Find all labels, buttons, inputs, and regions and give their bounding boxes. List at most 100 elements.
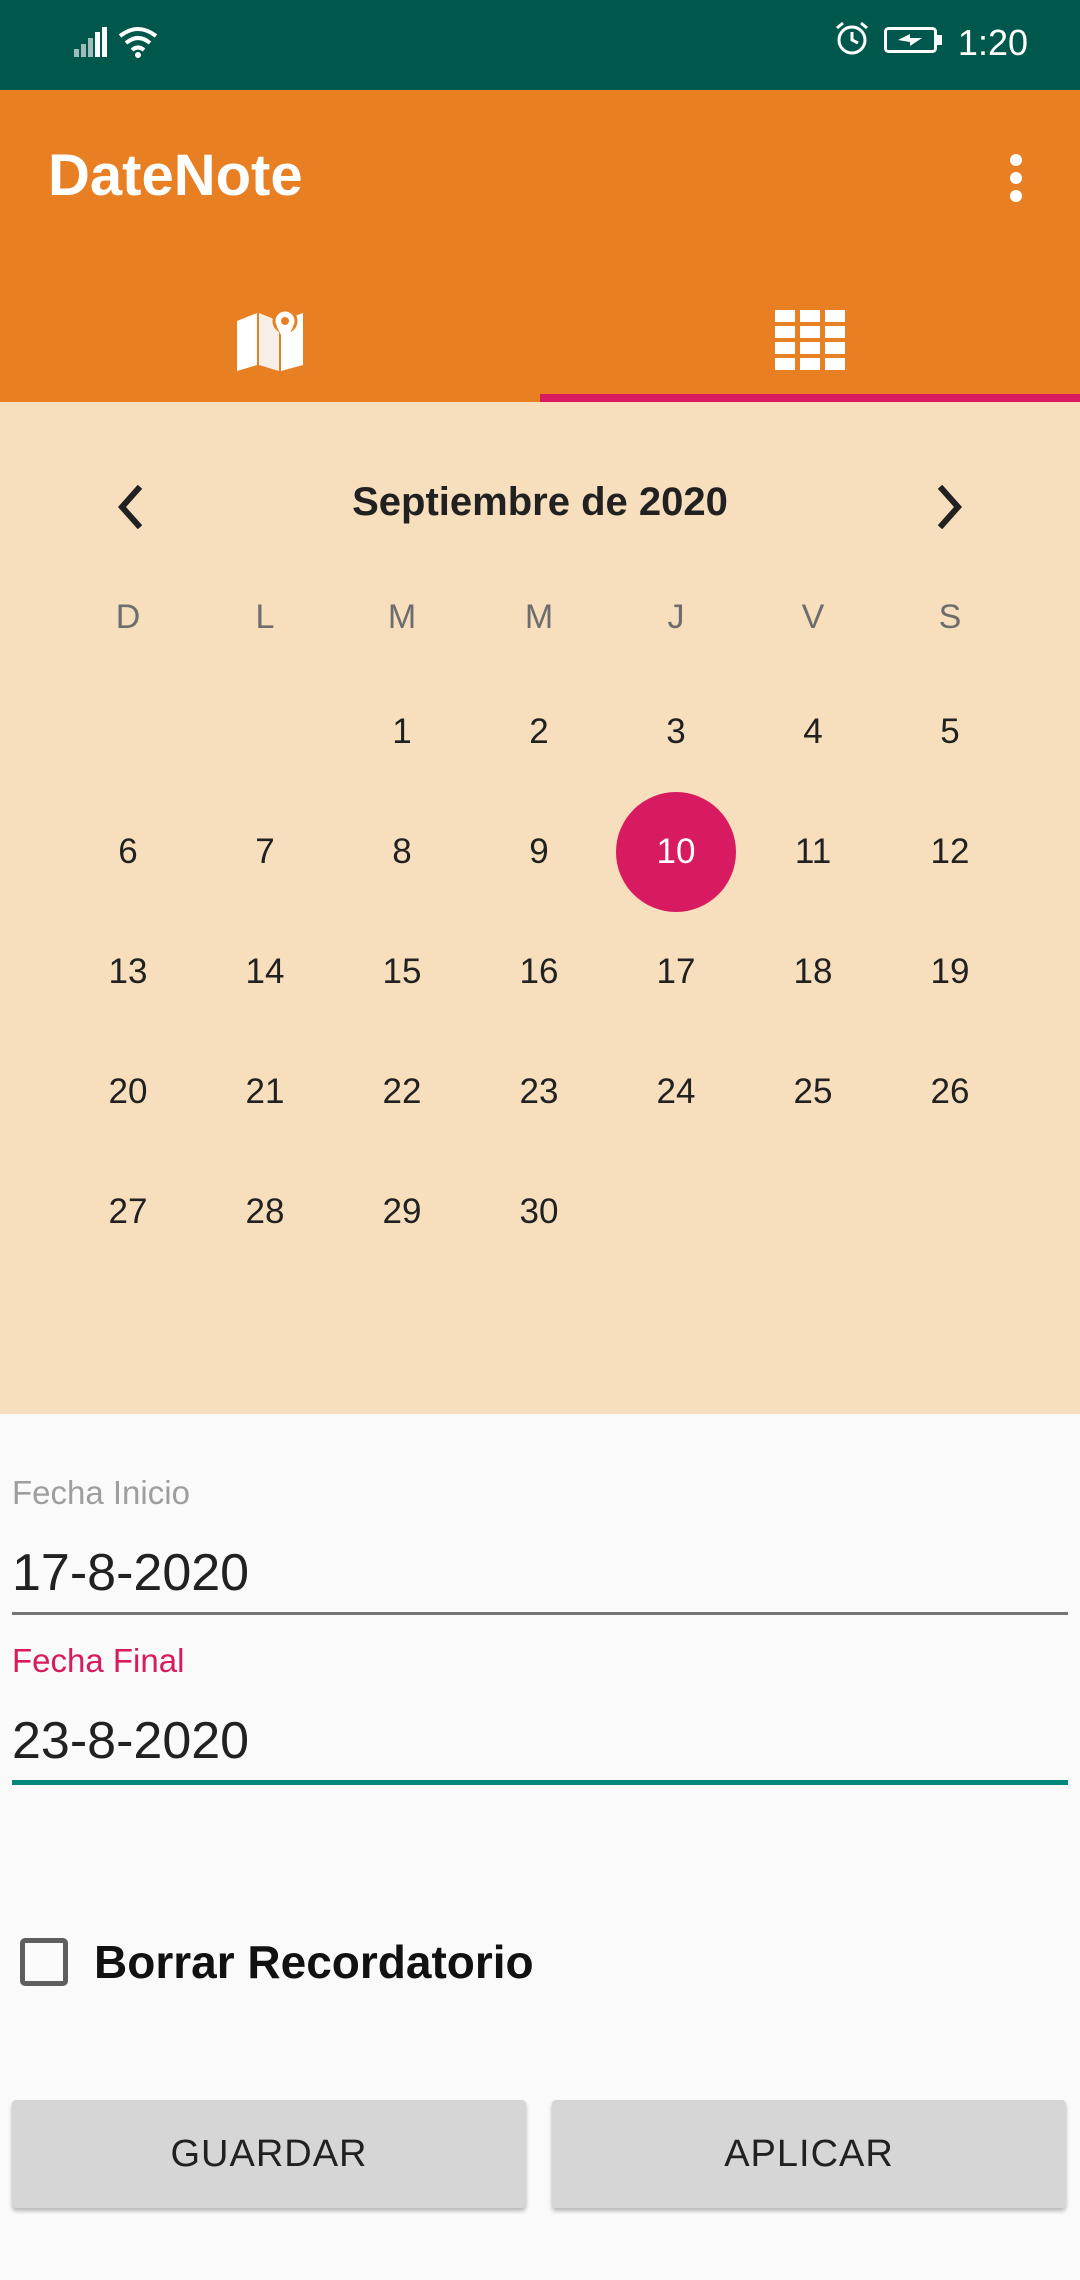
apply-button[interactable]: APLICAR [552, 2100, 1066, 2208]
map-icon [237, 309, 303, 371]
calendar-day[interactable]: 16 [479, 912, 599, 1032]
calendar-day-number: 23 [519, 1072, 559, 1111]
app-toolbar: DateNote [0, 90, 1080, 402]
overflow-menu-button[interactable] [976, 130, 1056, 226]
end-date-label: Fecha Final [12, 1642, 185, 1679]
chevron-right-icon [937, 485, 963, 529]
calendar-grid-icon [775, 310, 845, 370]
calendar-day[interactable]: 9 [479, 792, 599, 912]
calendar-day-number: 13 [108, 952, 148, 991]
calendar-day[interactable]: 21 [205, 1032, 325, 1152]
wifi-icon [118, 26, 158, 63]
delete-reminder-label: Borrar Recordatorio [94, 1936, 534, 1988]
calendar-day[interactable]: 27 [68, 1152, 188, 1272]
calendar-day-number: 11 [794, 832, 832, 871]
calendar-day-number: 18 [793, 952, 833, 991]
calendar-day-number: 1 [392, 712, 412, 751]
calendar-day-number: 24 [656, 1072, 696, 1111]
calendar-day[interactable]: 18 [753, 912, 873, 1032]
calendar-day[interactable]: 20 [68, 1032, 188, 1152]
calendar-day-number: 3 [666, 712, 686, 751]
calendar-day[interactable]: 12 [890, 792, 1010, 912]
calendar-day-number: 28 [245, 1192, 285, 1231]
delete-reminder-checkbox-row[interactable]: Borrar Recordatorio [20, 1922, 534, 2002]
calendar-day[interactable]: 19 [890, 912, 1010, 1032]
battery-icon [883, 22, 944, 64]
calendar-day[interactable]: 6 [68, 792, 188, 912]
status-left-icons [74, 26, 158, 63]
weekday-label: D [115, 598, 141, 636]
calendar-day-number: 26 [930, 1072, 970, 1111]
calendar-view: Septiembre de 2020 DLMMJVS 1 2 3 4 5 6 7 8 9 10 11… [0, 402, 1080, 1414]
calendar-day-number: 12 [930, 832, 970, 871]
calendar-day-number: 16 [519, 952, 559, 991]
weekday-label: S [938, 598, 962, 636]
calendar-day-number: 7 [255, 832, 275, 871]
calendar-day-number: 10 [656, 832, 696, 871]
weekday-label: M [524, 598, 554, 636]
status-bar: 1:20 [0, 0, 1080, 90]
calendar-day[interactable]: 13 [68, 912, 188, 1032]
status-time: 1:20 [957, 21, 1028, 63]
next-month-button[interactable] [906, 462, 996, 552]
calendar-day[interactable]: 29 [342, 1152, 462, 1272]
calendar-day-number: 30 [519, 1192, 559, 1231]
calendar-header: Septiembre de 2020 [0, 462, 1080, 552]
weekday-header-row: DLMMJVS [0, 598, 1080, 648]
signal-icon [74, 27, 108, 62]
status-right-icons: 1:20 [834, 20, 1028, 65]
tab-map[interactable] [0, 280, 540, 402]
calendar-day[interactable]: 8 [342, 792, 462, 912]
calendar-day-number: 2 [529, 712, 549, 751]
calendar-day[interactable]: 30 [479, 1152, 599, 1272]
calendar-day[interactable]: 26 [890, 1032, 1010, 1152]
delete-reminder-checkbox[interactable] [20, 1938, 68, 1986]
start-date-input[interactable] [12, 1538, 1068, 1608]
calendar-day[interactable]: 25 [753, 1032, 873, 1152]
calendar-day[interactable]: 23 [479, 1032, 599, 1152]
weekday-label: J [667, 598, 685, 636]
tab-calendar[interactable] [540, 280, 1080, 402]
calendar-day-number: 22 [382, 1072, 422, 1111]
save-button[interactable]: GUARDAR [12, 2100, 526, 2208]
calendar-day-number: 5 [940, 712, 960, 751]
calendar-day-number: 25 [793, 1072, 833, 1111]
calendar-day[interactable]: 22 [342, 1032, 462, 1152]
calendar-day-number: 17 [656, 952, 696, 991]
calendar-day[interactable]: 4 [753, 672, 873, 792]
calendar-day[interactable]: 2 [479, 672, 599, 792]
tab-indicator [540, 394, 1080, 402]
end-date-input[interactable] [12, 1706, 1068, 1776]
start-date-underline [12, 1612, 1068, 1615]
calendar-day[interactable]: 14 [205, 912, 325, 1032]
weekday-label: M [387, 598, 417, 636]
calendar-day[interactable]: 17 [616, 912, 736, 1032]
calendar-day-number: 20 [108, 1072, 148, 1111]
start-date-label: Fecha Inicio [12, 1474, 190, 1511]
end-date-underline [12, 1780, 1068, 1785]
app-title: DateNote [48, 143, 303, 208]
date-range-form: Fecha Inicio Fecha Final Borrar Recordat… [0, 1414, 1080, 2280]
weekday-label: L [255, 598, 275, 636]
calendar-day-number: 6 [118, 832, 138, 871]
calendar-day-number: 27 [108, 1192, 148, 1231]
calendar-day-number: 29 [382, 1192, 422, 1231]
days-grid: 1 2 3 4 5 6 7 8 9 10 11 12 13 14 15 16 17 18 19 20 21 22 23 24 2… [0, 672, 1080, 1272]
calendar-day[interactable]: 1 [342, 672, 462, 792]
calendar-day-number: 9 [529, 832, 549, 871]
weekday-label: V [801, 598, 825, 636]
calendar-day[interactable]: 3 [616, 672, 736, 792]
calendar-day-number: 15 [382, 952, 422, 991]
calendar-day-number: 4 [803, 712, 823, 751]
calendar-day[interactable]: 5 [890, 672, 1010, 792]
calendar-day-number: 19 [930, 952, 970, 991]
more-vert-icon [1010, 154, 1022, 202]
calendar-day-number: 14 [245, 952, 285, 991]
calendar-day[interactable]: 15 [342, 912, 462, 1032]
calendar-day-selected[interactable]: 10 [616, 792, 736, 912]
calendar-day[interactable]: 11 [753, 792, 873, 912]
calendar-day[interactable]: 28 [205, 1152, 325, 1272]
calendar-day[interactable]: 24 [616, 1032, 736, 1152]
calendar-day[interactable]: 7 [205, 792, 325, 912]
calendar-day-number: 21 [245, 1072, 285, 1111]
